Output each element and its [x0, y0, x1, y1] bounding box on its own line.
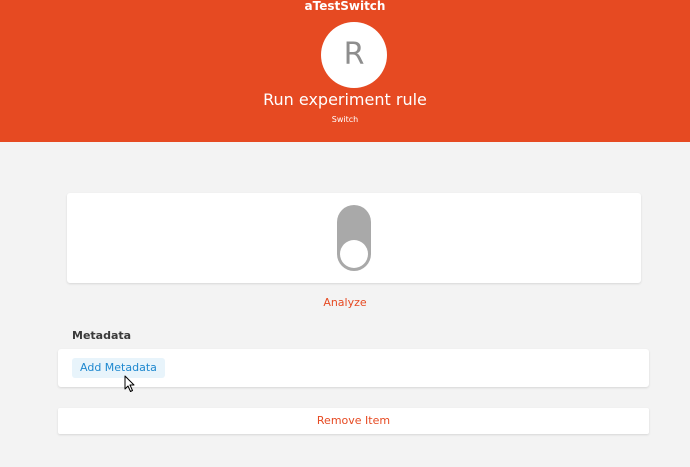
metadata-section-label: Metadata: [72, 329, 132, 342]
add-metadata-button[interactable]: Add Metadata: [72, 358, 165, 378]
remove-item-card: Remove Item: [58, 408, 649, 434]
rule-avatar: R: [321, 22, 387, 88]
mouse-pointer-icon: [124, 375, 135, 392]
toggle-switch-icon[interactable]: [337, 205, 371, 271]
remove-item-button[interactable]: Remove Item: [58, 408, 649, 434]
metadata-card: Add Metadata: [58, 349, 649, 387]
toggle-knob: [340, 240, 368, 268]
rule-header: aTestSwitch R Run experiment rule Switch: [0, 0, 690, 142]
rule-type-label: Switch: [331, 115, 359, 124]
switch-card: [67, 193, 641, 283]
analyze-button[interactable]: Analyze: [0, 296, 690, 310]
app-title: aTestSwitch: [304, 0, 386, 13]
rule-title: Run experiment rule: [263, 90, 427, 109]
